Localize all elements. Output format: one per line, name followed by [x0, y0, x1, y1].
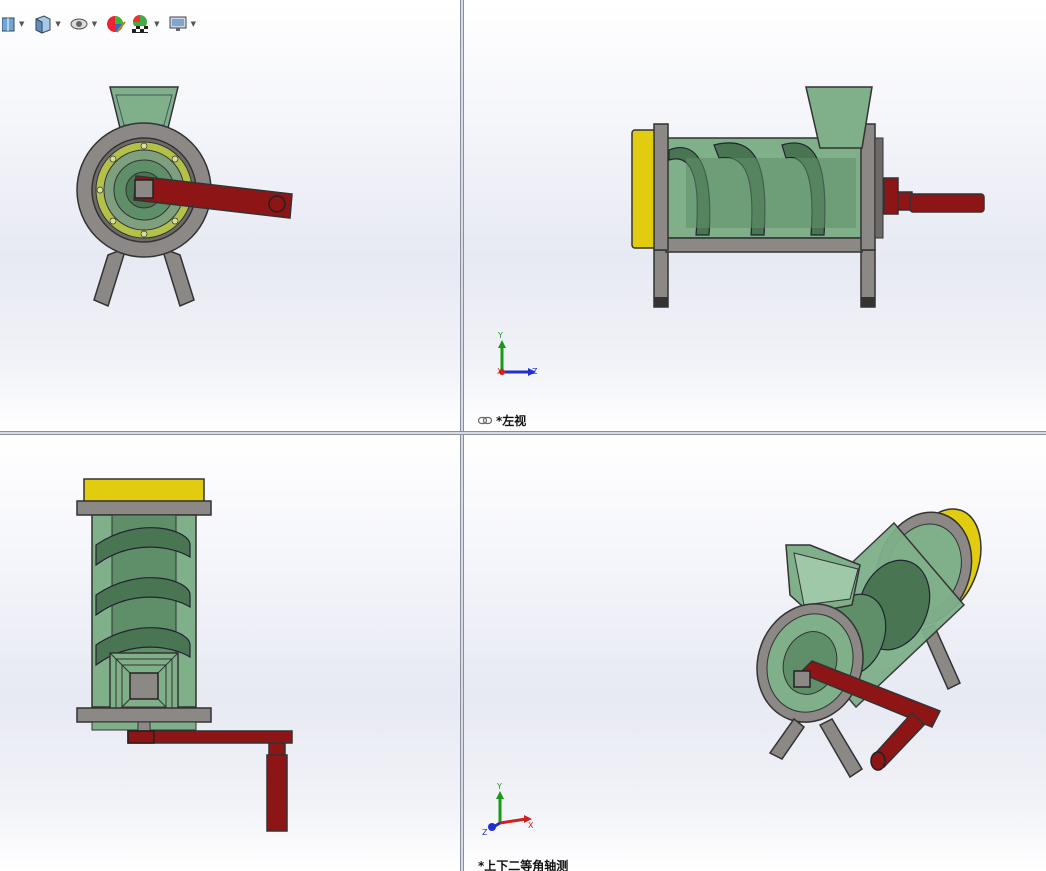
viewport-left[interactable]: Y Z X *左视	[464, 0, 1046, 431]
front-view-model	[76, 86, 293, 308]
chevron-down-icon: ▼	[91, 20, 98, 28]
heads-up-view-toolbar: ▼ ▼ ▼ ▼ ▼	[0, 12, 202, 36]
chevron-down-icon: ▼	[190, 20, 196, 28]
chevron-down-icon: ▼	[19, 20, 25, 28]
viewport-splitter-horizontal[interactable]	[0, 431, 1046, 435]
edit-appearance-icon	[107, 16, 126, 33]
triad-x-label: X	[497, 367, 503, 376]
viewport-top[interactable]	[0, 435, 460, 871]
isometric-view-model	[488, 508, 982, 831]
section-view-button[interactable]: ▼	[2, 13, 30, 35]
triad-z-label: Z	[482, 828, 488, 837]
apply-scene-icon	[132, 15, 149, 33]
triad-y-label: Y	[497, 782, 502, 791]
viewport-isometric[interactable]: Y Z X *上下二等角轴测	[464, 435, 1046, 871]
view-label-text: *上下二等角轴测	[478, 859, 569, 871]
view-settings-icon	[169, 16, 187, 31]
view-name-isometric: *上下二等角轴测	[478, 857, 568, 871]
viewport-front[interactable]: ▼ ▼ ▼ ▼ ▼	[0, 0, 460, 431]
section-view-icon	[2, 17, 15, 32]
edit-appearance-button[interactable]	[105, 13, 127, 35]
viewport-splitter-vertical[interactable]	[460, 0, 464, 871]
chevron-down-icon: ▼	[55, 20, 61, 28]
triad-y-label: Y	[498, 331, 503, 340]
coordinate-triad	[488, 791, 532, 831]
chevron-down-icon: ▼	[154, 20, 160, 28]
triad-z-label: Z	[532, 367, 538, 376]
hide-show-icon	[70, 18, 88, 30]
view-name-left: *左视	[478, 412, 526, 429]
left-view-model	[498, 86, 985, 376]
link-icon	[478, 416, 492, 425]
coordinate-triad	[498, 340, 536, 376]
hide-show-button[interactable]: ▼	[69, 13, 103, 35]
view-orientation-button[interactable]: ▼	[32, 13, 66, 35]
top-view-model	[76, 478, 293, 832]
apply-scene-button[interactable]: ▼	[129, 13, 165, 35]
view-orientation-icon	[35, 15, 51, 34]
view-label-text: *左视	[496, 414, 527, 428]
view-settings-button[interactable]: ▼	[168, 13, 202, 35]
triad-x-label: X	[528, 821, 534, 830]
